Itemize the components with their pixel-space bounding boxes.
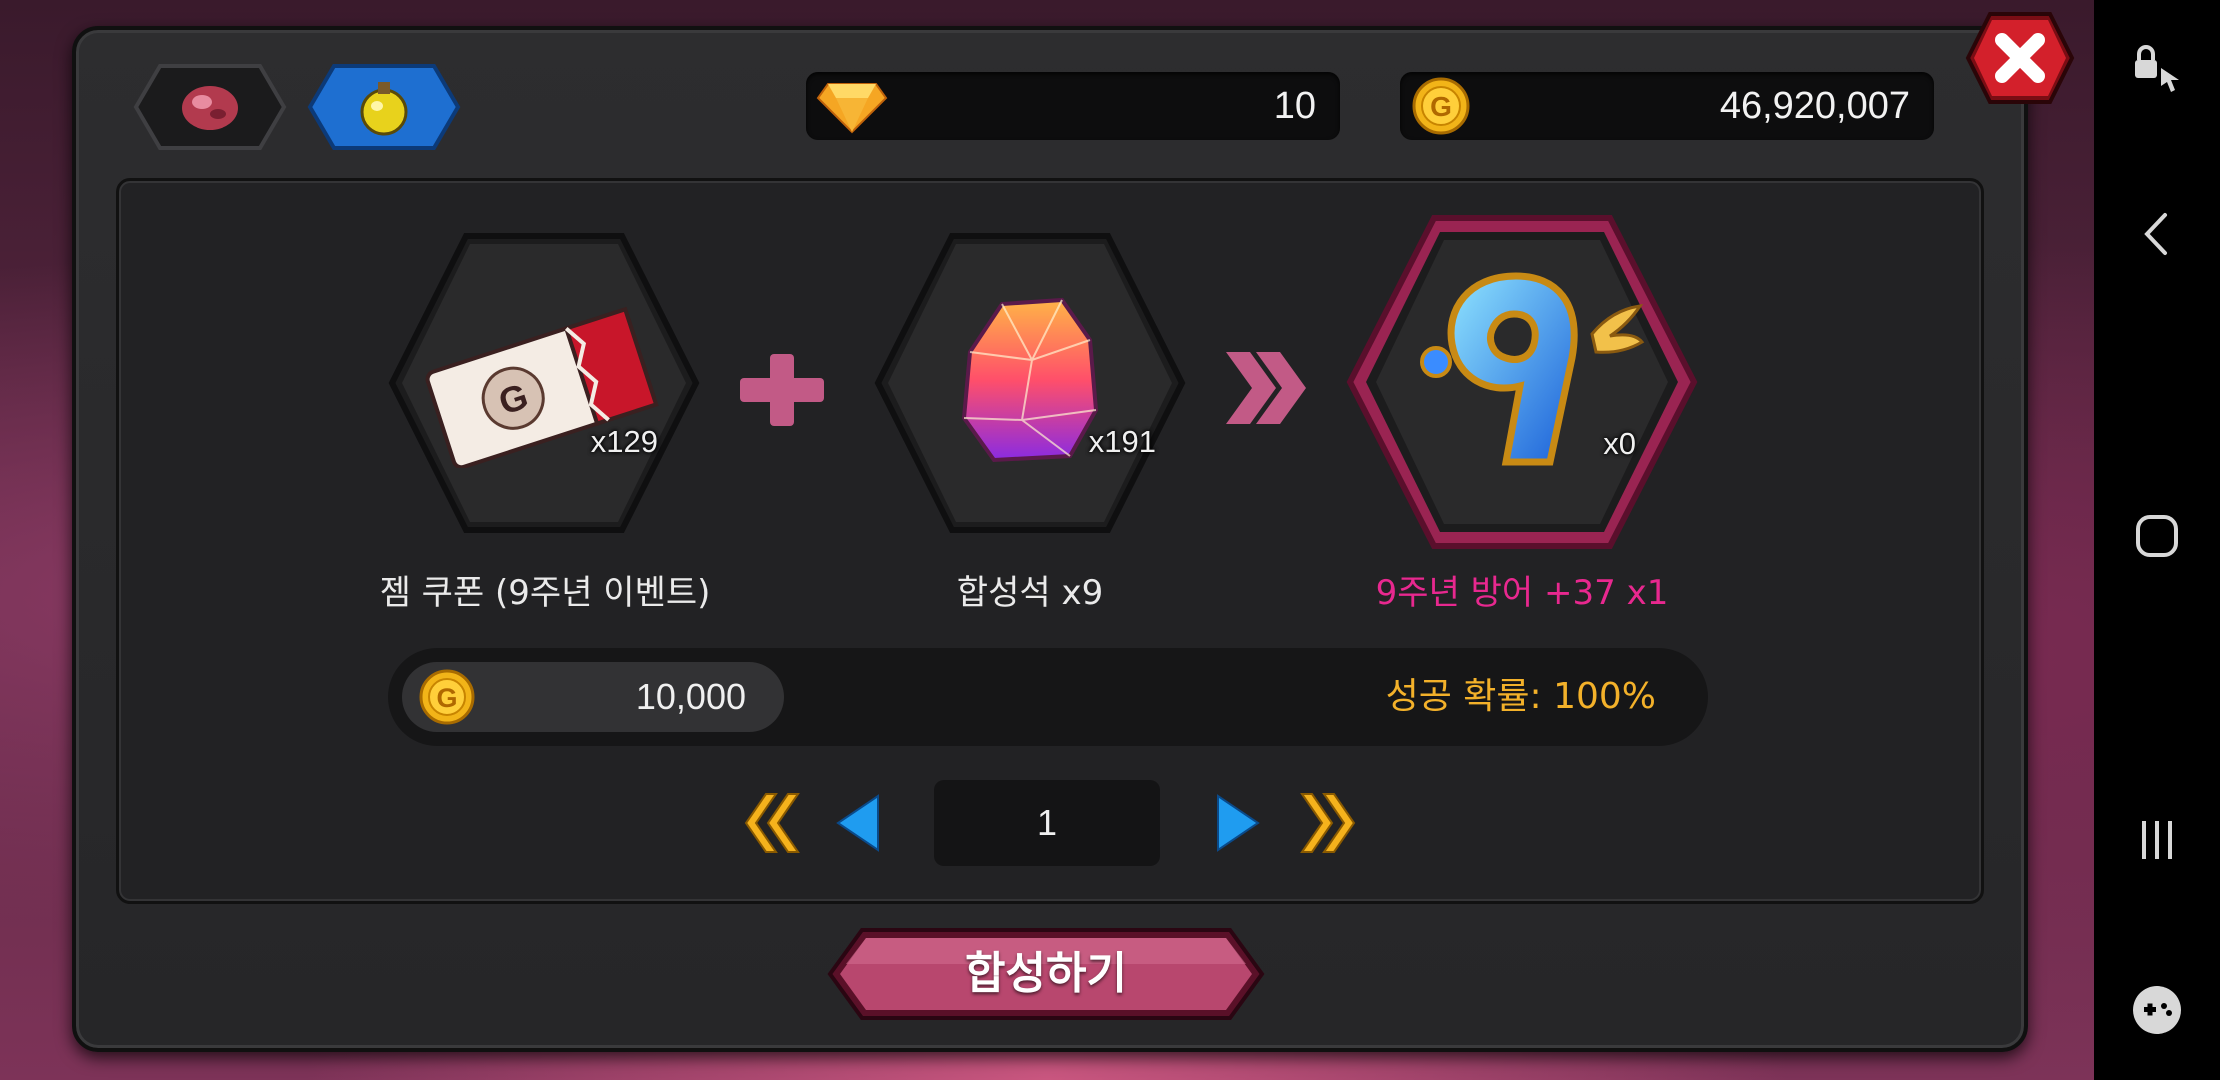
home-button[interactable] (2094, 496, 2220, 576)
gold-coin-icon: G (419, 669, 475, 725)
first-page-button[interactable] (730, 790, 800, 856)
triangle-right-icon (1217, 794, 1260, 852)
synthesize-label: 합성하기 (965, 948, 1127, 999)
gold-cost: 10,000 (635, 676, 746, 717)
back-button[interactable] (2094, 194, 2220, 274)
lock-touch-icon (2135, 45, 2179, 92)
recent-apps-icon (2142, 821, 2172, 859)
triangle-left-icon (836, 794, 879, 852)
gold-coin-icon: G (1412, 77, 1470, 135)
success-rate: 성공 확률: 100% (1385, 676, 1656, 717)
plus-icon (740, 354, 824, 426)
gold-counter: G 46,920,007 (1400, 72, 1934, 140)
yellow-potion-icon (360, 82, 408, 136)
system-nav-bar (2094, 0, 2220, 1080)
ingredient-1-name: 젬 쿠폰 (9주년 이벤트) (379, 573, 711, 613)
double-chevron-left-icon (744, 793, 800, 853)
ingredient-slot-2[interactable]: x191 (872, 228, 1188, 538)
game-tools-button[interactable] (2094, 970, 2220, 1050)
tab-potion-category[interactable] (306, 62, 462, 152)
next-page-button[interactable] (1200, 790, 1270, 856)
close-button[interactable] (1960, 8, 2080, 108)
prev-page-button[interactable] (826, 790, 896, 856)
close-icon (1965, 12, 2075, 104)
synthesize-button[interactable]: 합성하기 (826, 926, 1266, 1022)
result-qty: x0 (1603, 426, 1636, 461)
result-slot[interactable]: x0 (1344, 212, 1700, 552)
page-number: 1 (1036, 802, 1058, 843)
tab-stone-category[interactable] (132, 62, 288, 152)
recent-apps-button[interactable] (2094, 800, 2220, 880)
svg-text:G: G (1430, 91, 1452, 122)
gem-count: 10 (1273, 85, 1316, 127)
ingredient-slot-1[interactable]: G x129 (386, 228, 702, 538)
diamond-icon (816, 83, 888, 134)
home-icon (2136, 515, 2178, 557)
screen-lock-button[interactable] (2094, 28, 2220, 108)
last-page-button[interactable] (1290, 790, 1360, 856)
ingredient-1-qty: x129 (590, 424, 658, 459)
svg-text:G: G (436, 683, 457, 713)
gem-counter: 10 (806, 72, 1340, 140)
cost-bar: G 10,000 성공 확률: 100% (388, 648, 1708, 746)
red-stone-icon (182, 86, 238, 130)
result-name: 9주년 방어 +37 x1 (1375, 573, 1669, 613)
ingredient-2-name: 합성석 x9 (956, 573, 1104, 613)
double-chevron-right-icon (1300, 793, 1356, 853)
ingredient-2-qty: x191 (1088, 424, 1156, 459)
chevron-left-icon (2144, 213, 2167, 255)
gold-count: 46,920,007 (1719, 85, 1910, 127)
page-indicator: 1 (934, 780, 1160, 866)
double-chevron-right-icon (1226, 352, 1306, 424)
gold-cost-pill: G 10,000 (402, 662, 784, 732)
gamepad-icon (2133, 986, 2181, 1034)
